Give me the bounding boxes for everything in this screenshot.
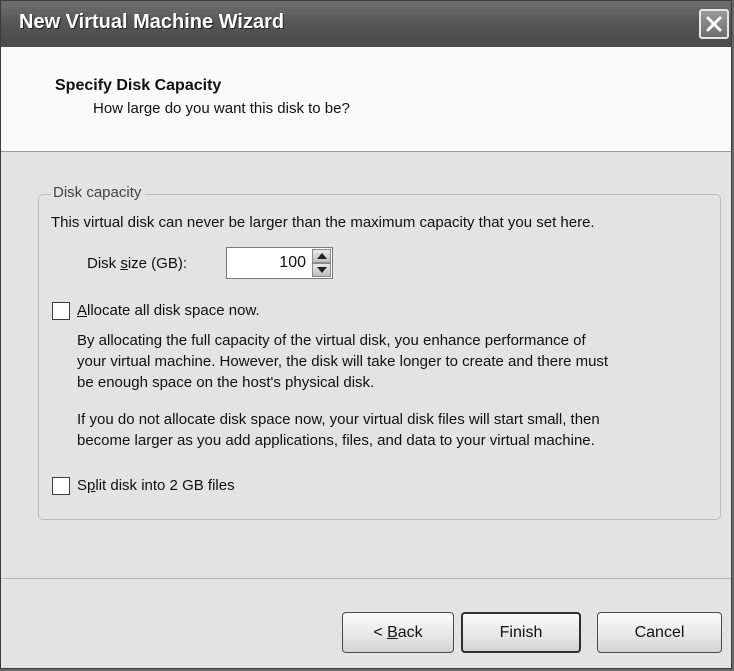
disk-size-value[interactable]: 100 [279,254,306,272]
disk-size-label: Disk size (GB): [87,255,188,272]
footer-divider [1,578,731,579]
split-disk-label[interactable]: Split disk into 2 GB files [77,477,235,494]
page-subtitle: How large do you want this disk to be? [93,100,350,117]
title-bar[interactable]: New Virtual Machine Wizard [1,1,731,47]
no-allocate-desc-line-2: become larger as you add applications, f… [77,432,595,449]
back-button[interactable]: < Back [342,612,454,653]
window-title: New Virtual Machine Wizard [19,11,285,33]
close-icon [706,16,722,32]
allocate-all-label[interactable]: Allocate all disk space now. [77,302,260,319]
close-button[interactable] [699,9,729,39]
page-title: Specify Disk Capacity [55,77,222,94]
allocate-desc-line-3: be enough space on the host's physical d… [77,374,375,391]
disk-size-stepper[interactable]: 100 [226,247,333,279]
down-arrow-icon [317,267,327,273]
allocate-desc-line-1: By allocating the full capacity of the v… [77,332,586,349]
increment-button[interactable] [312,249,331,263]
cancel-button[interactable]: Cancel [597,612,722,653]
decrement-button[interactable] [312,263,331,277]
wizard-window: New Virtual Machine Wizard Specify Disk … [0,0,732,669]
allocate-desc-line-2: your virtual machine. However, the disk … [77,353,609,370]
up-arrow-icon [317,253,327,259]
split-disk-checkbox[interactable] [52,477,70,495]
capacity-description: This virtual disk can never be larger th… [51,214,595,231]
wizard-header: Specify Disk Capacity How large do you w… [1,47,731,152]
no-allocate-desc-line-1: If you do not allocate disk space now, y… [77,411,600,428]
allocate-all-checkbox[interactable] [52,302,70,320]
finish-button[interactable]: Finish [461,612,581,653]
disk-capacity-group-label: Disk capacity [51,184,146,201]
